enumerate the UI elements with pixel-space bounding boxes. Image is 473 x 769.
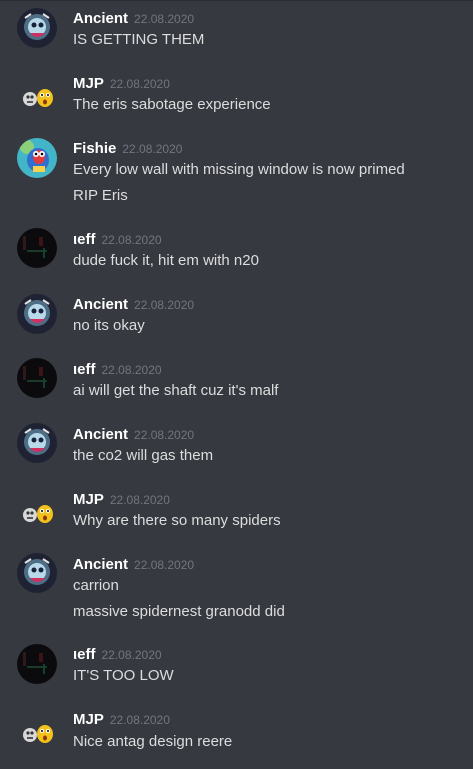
message-text: dude fuck it, hit em with n20 xyxy=(73,252,259,269)
message-text: The eris sabotage experience xyxy=(73,96,271,113)
message-text: Nice antag design reere xyxy=(73,733,233,750)
message-author[interactable]: ιeff xyxy=(73,646,96,663)
mjp-avatar[interactable] xyxy=(17,78,57,118)
message-author[interactable]: Fishie xyxy=(73,140,116,157)
message-timestamp: 22.08.2020 xyxy=(109,77,170,91)
message-timestamp: 22.08.2020 xyxy=(101,363,162,377)
message-text: IS GETTING THEM xyxy=(73,31,205,48)
message-author[interactable]: ιeff xyxy=(73,361,96,378)
message-text: no its okay xyxy=(73,317,145,334)
ancient-avatar[interactable] xyxy=(17,423,57,463)
message-text: IT'S TOO LOW xyxy=(73,667,174,684)
message-text: carrion xyxy=(73,577,119,594)
message-timestamp: 22.08.2020 xyxy=(109,713,170,727)
ancient-avatar[interactable] xyxy=(17,553,57,593)
message-author[interactable]: Ancient xyxy=(73,426,128,443)
message-author[interactable]: Ancient xyxy=(73,10,128,27)
message-text: ai will get the shaft cuz it's malf xyxy=(73,382,279,399)
ancient-avatar[interactable] xyxy=(17,8,57,48)
message-timestamp: 22.08.2020 xyxy=(101,648,162,662)
message-text: Why are there so many spiders xyxy=(73,512,281,529)
message-timestamp: 22.08.2020 xyxy=(134,298,195,312)
message-author[interactable]: ιeff xyxy=(73,231,96,248)
message-author[interactable]: MJP xyxy=(73,491,104,508)
message-author[interactable]: MJP xyxy=(73,75,104,92)
message-timestamp: 22.08.2020 xyxy=(134,428,195,442)
message-timestamp: 22.08.2020 xyxy=(134,12,195,26)
message-text: RIP Eris xyxy=(73,187,128,204)
message-timestamp: 22.08.2020 xyxy=(122,142,183,156)
message-timestamp: 22.08.2020 xyxy=(101,233,162,247)
mjp-avatar[interactable] xyxy=(17,714,57,754)
mjp-avatar[interactable] xyxy=(17,494,57,534)
message-author[interactable]: MJP xyxy=(73,711,104,728)
message-text: massive spidernest granodd did xyxy=(73,603,285,620)
leff-avatar[interactable] xyxy=(17,228,57,268)
message-timestamp: 22.08.2020 xyxy=(109,493,170,507)
message-author[interactable]: Ancient xyxy=(73,556,128,573)
ancient-avatar[interactable] xyxy=(17,294,57,334)
leff-avatar[interactable] xyxy=(17,644,57,684)
fishie-avatar[interactable] xyxy=(17,138,57,178)
message-text: Every low wall with missing window is no… xyxy=(73,161,405,178)
message-text: the co2 will gas them xyxy=(73,447,214,464)
leff-avatar[interactable] xyxy=(17,358,57,398)
top-divider xyxy=(0,0,473,10)
message-author[interactable]: Ancient xyxy=(73,296,128,313)
message-timestamp: 22.08.2020 xyxy=(134,558,195,572)
